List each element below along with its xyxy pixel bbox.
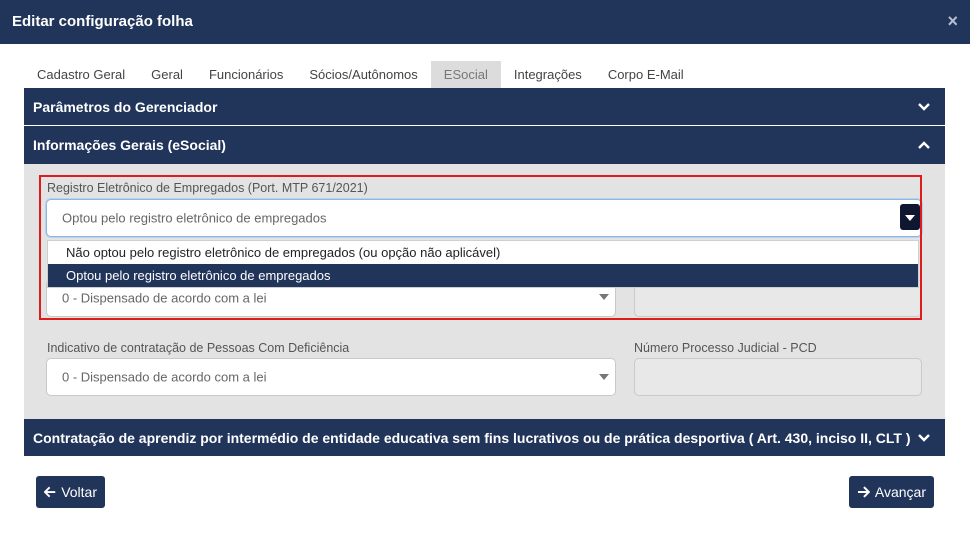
section-contratacao-aprendiz[interactable]: Contratação de aprendiz por intermédio d… [24,419,945,456]
pcd-label: Indicativo de contratação de Pessoas Com… [47,341,350,355]
back-button[interactable]: Voltar [36,476,105,508]
tab-cadastro-geral[interactable]: Cadastro Geral [24,61,138,88]
pcd-value: 0 - Dispensado de acordo com a lei [62,369,267,385]
section-title: Informações Gerais (eSocial) [33,137,226,153]
processo-judicial-label: Número Processo Judicial - PCD [634,341,817,355]
registro-eletronico-dropdown: Não optou pelo registro eletrônico de em… [47,240,919,288]
caret-down-icon [599,374,609,380]
section-title: Parâmetros do Gerenciador [33,98,218,115]
next-button-label: Avançar [874,484,926,500]
registro-eletronico-value: Optou pelo registro eletrônico de empreg… [62,210,327,226]
arrow-right-icon [857,486,870,498]
hidden-select-value: 0 - Dispensado de acordo com a lei [62,290,267,306]
option-nao-optou[interactable]: Não optou pelo registro eletrônico de em… [48,241,918,264]
processo-judicial-input[interactable] [634,358,922,396]
tab-geral[interactable]: Geral [138,61,196,88]
tab-bar: Cadastro Geral Geral Funcionários Sócios… [24,61,697,88]
registro-eletronico-select[interactable]: Optou pelo registro eletrônico de empreg… [46,199,922,237]
section-informacoes-gerais[interactable]: Informações Gerais (eSocial) [24,126,945,164]
option-optou[interactable]: Optou pelo registro eletrônico de empreg… [48,264,918,287]
chevron-down-icon [918,433,930,442]
caret-down-icon [599,294,609,300]
chevron-down-icon [918,102,930,111]
tab-corpo-email[interactable]: Corpo E-Mail [595,61,697,88]
dialog-header: Editar configuração folha × [0,0,970,44]
dialog-title: Editar configuração folha [12,13,193,30]
tab-integracoes[interactable]: Integrações [501,61,595,88]
tab-funcionarios[interactable]: Funcionários [196,61,296,88]
tab-esocial[interactable]: ESocial [430,61,501,88]
tab-socios-autonomos[interactable]: Sócios/Autônomos [296,61,430,88]
caret-down-icon[interactable] [900,204,920,230]
section-parametros-gerenciador[interactable]: Parâmetros do Gerenciador [24,88,945,125]
back-button-label: Voltar [61,484,97,500]
pcd-select[interactable]: 0 - Dispensado de acordo com a lei [46,358,616,396]
next-button[interactable]: Avançar [849,476,934,508]
registro-eletronico-label: Registro Eletrônico de Empregados (Port.… [47,181,368,195]
section-title: Contratação de aprendiz por intermédio d… [33,429,911,446]
chevron-up-icon [918,141,930,149]
arrow-left-icon [44,486,56,498]
close-icon[interactable]: × [947,12,958,30]
edit-config-dialog: Editar configuração folha × Cadastro Ger… [0,0,970,546]
